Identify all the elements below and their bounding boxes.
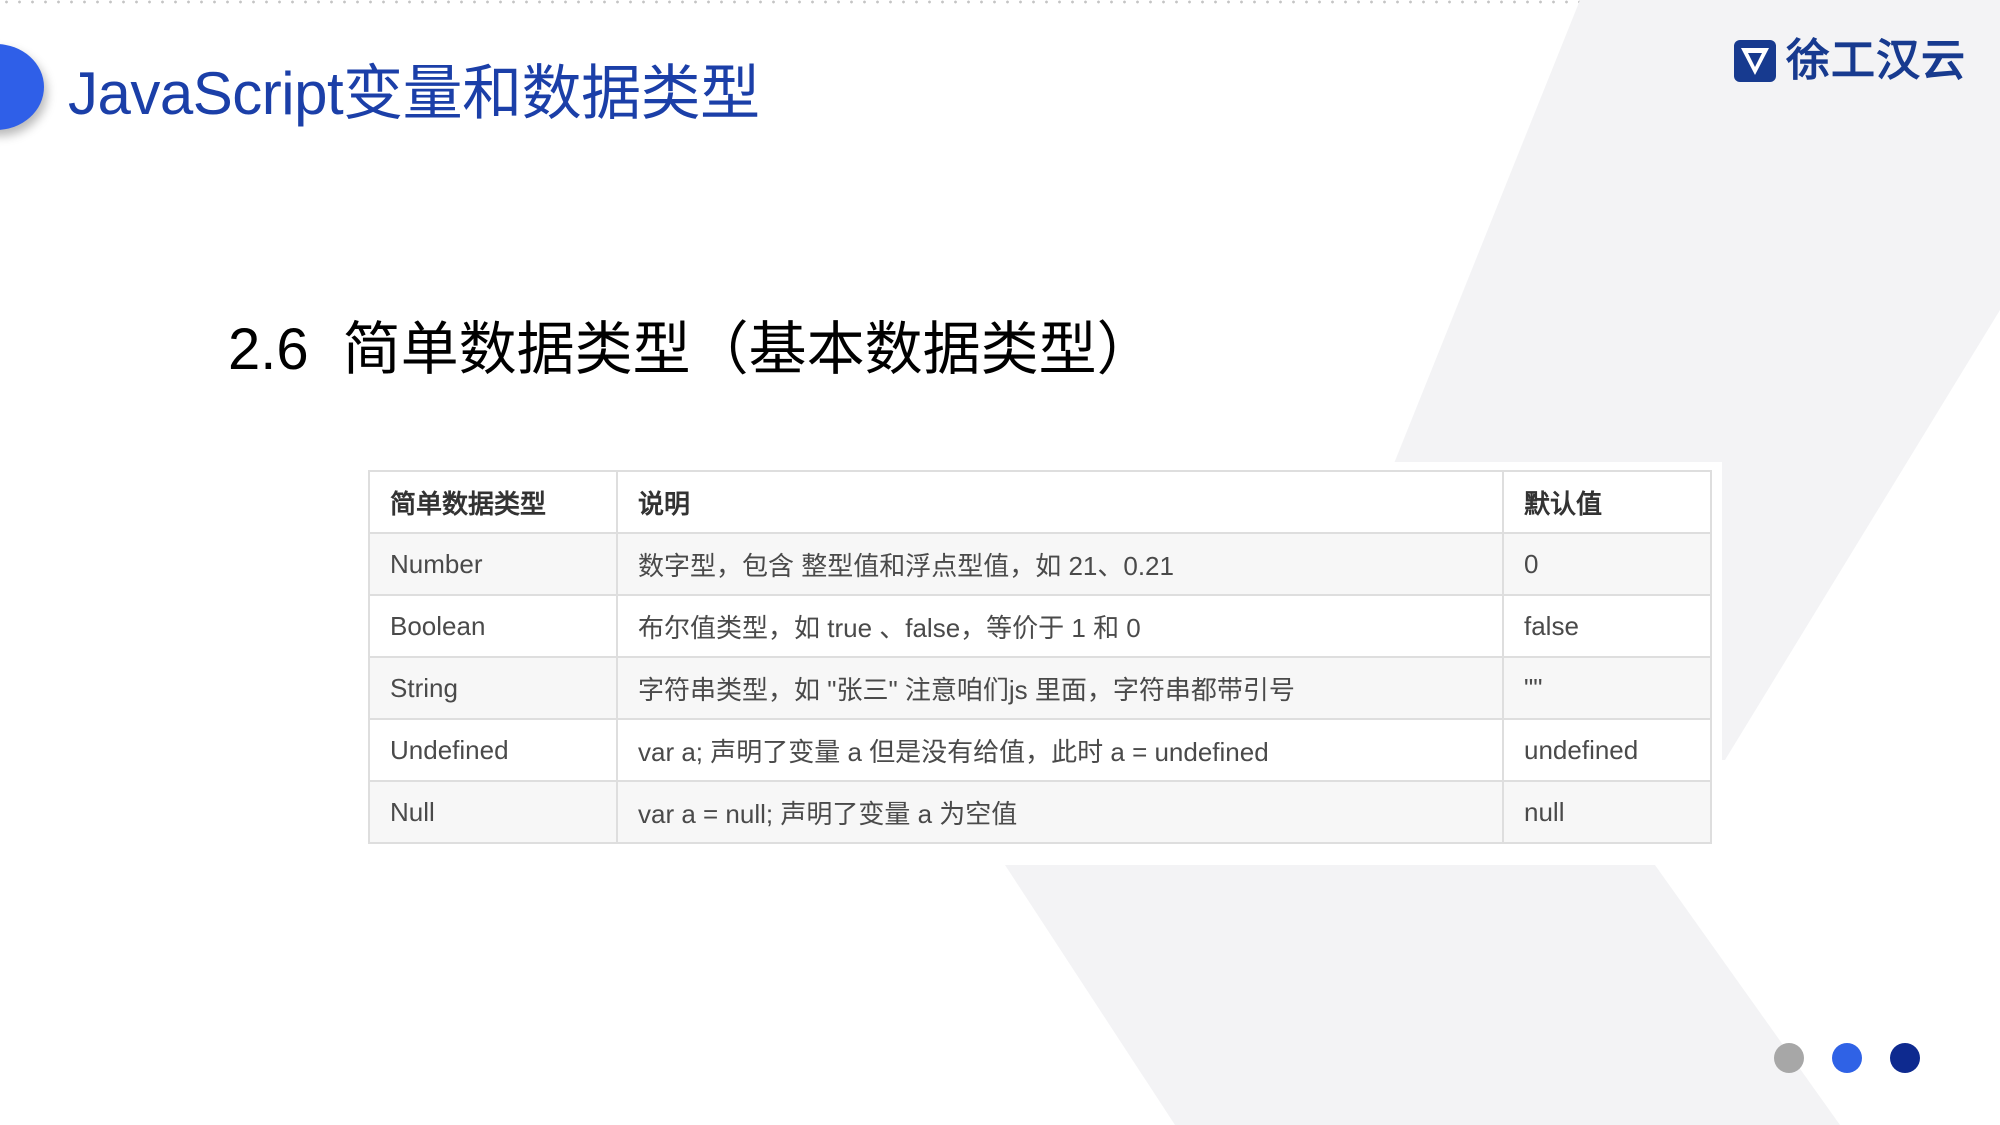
type-cell: String bbox=[368, 656, 618, 720]
background-shape-lower bbox=[1005, 865, 1840, 1125]
table-row: Number 数字型，包含 整型值和浮点型值，如 21、0.21 0 bbox=[368, 532, 1712, 596]
description-cell: 布尔值类型，如 true 、false，等价于 1 和 0 bbox=[616, 594, 1504, 658]
default-cell: "" bbox=[1502, 656, 1712, 720]
section-title: 简单数据类型（基本数据类型） bbox=[342, 317, 1155, 382]
pagination-dot-gray bbox=[1774, 1043, 1804, 1073]
default-cell: 0 bbox=[1502, 532, 1712, 596]
data-types-table: 简单数据类型 说明 默认值 Number 数字型，包含 整型值和浮点型值，如 2… bbox=[368, 470, 1712, 844]
column-header-description: 说明 bbox=[616, 470, 1504, 534]
description-cell: var a = null; 声明了变量 a 为空值 bbox=[616, 780, 1504, 844]
logo-text: 徐工汉云 bbox=[1786, 36, 1966, 85]
table-row: Undefined var a; 声明了变量 a 但是没有给值，此时 a = u… bbox=[368, 718, 1712, 782]
table-row: Boolean 布尔值类型，如 true 、false，等价于 1 和 0 fa… bbox=[368, 594, 1712, 658]
description-cell: var a; 声明了变量 a 但是没有给值，此时 a = undefined bbox=[616, 718, 1504, 782]
column-header-default: 默认值 bbox=[1502, 470, 1712, 534]
pagination-dot-blue bbox=[1832, 1043, 1862, 1073]
description-cell: 字符串类型，如 "张三" 注意咱们js 里面，字符串都带引号 bbox=[616, 656, 1504, 720]
column-header-type: 简单数据类型 bbox=[368, 470, 618, 534]
type-cell: Number bbox=[368, 532, 618, 596]
xcmg-shield-icon bbox=[1734, 40, 1776, 82]
section-heading: 2.6 简单数据类型（基本数据类型） bbox=[228, 310, 1155, 390]
slide: JavaScript变量和数据类型 徐工汉云 2.6 简单数据类型（基本数据类型）… bbox=[0, 0, 2000, 1125]
section-number: 2.6 bbox=[228, 317, 309, 382]
table-container: 简单数据类型 说明 默认值 Number 数字型，包含 整型值和浮点型值，如 2… bbox=[364, 462, 1722, 860]
table-row: Null var a = null; 声明了变量 a 为空值 null bbox=[368, 780, 1712, 844]
default-cell: false bbox=[1502, 594, 1712, 658]
type-cell: Boolean bbox=[368, 594, 618, 658]
type-cell: Null bbox=[368, 780, 618, 844]
table-row: String 字符串类型，如 "张三" 注意咱们js 里面，字符串都带引号 "" bbox=[368, 656, 1712, 720]
type-cell: Undefined bbox=[368, 718, 618, 782]
slide-pagination bbox=[1774, 1043, 1920, 1073]
default-cell: undefined bbox=[1502, 718, 1712, 782]
default-cell: null bbox=[1502, 780, 1712, 844]
table-header-row: 简单数据类型 说明 默认值 bbox=[368, 470, 1712, 534]
company-logo: 徐工汉云 bbox=[1732, 36, 1966, 86]
page-title: JavaScript变量和数据类型 bbox=[68, 60, 760, 127]
description-cell: 数字型，包含 整型值和浮点型值，如 21、0.21 bbox=[616, 532, 1504, 596]
pagination-dot-navy bbox=[1890, 1043, 1920, 1073]
